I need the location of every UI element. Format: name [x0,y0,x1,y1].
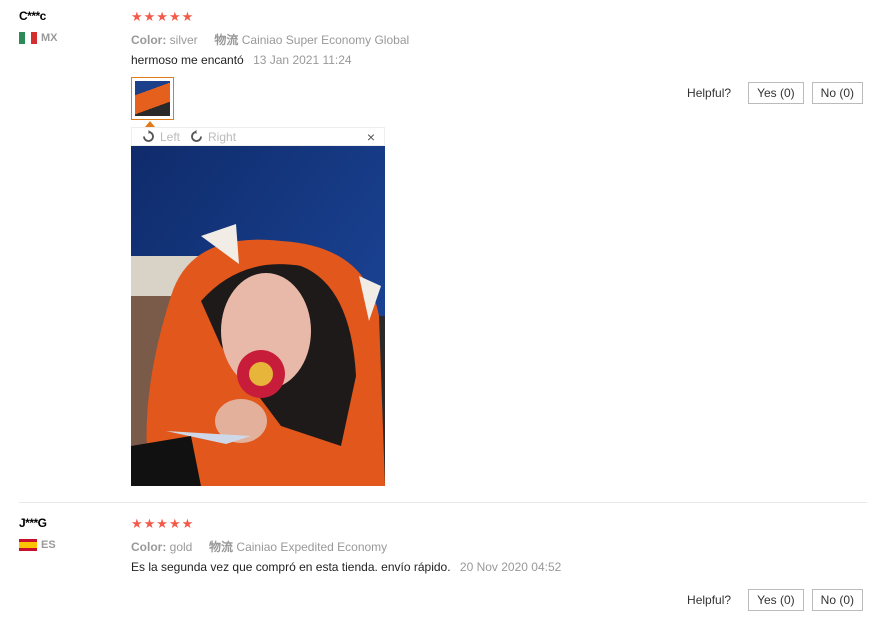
reviewer-name: J***G [19,516,47,530]
review-sku-info: Color: silver 物流 Cainiao Super Economy G… [131,31,409,48]
color-label: Color: [131,33,167,47]
country-code: ES [41,539,56,551]
reviewer-country: ES [19,539,56,551]
review-body: hermoso me encantó 13 Jan 2021 11:24 [131,53,352,67]
review-text: hermoso me encantó [131,53,244,67]
review-date: 20 Nov 2020 04:52 [459,560,562,574]
review-date: 13 Jan 2021 11:24 [253,53,352,67]
thumbnail-image [135,81,170,116]
reviewer-name: C***c [19,9,46,23]
color-label: Color: [131,540,167,554]
helpful-yes-button[interactable]: Yes (0) [748,589,804,611]
color-value: gold [169,540,193,554]
helpful-vote: Helpful? Yes (0) No (0) [687,82,863,104]
logistics-value: Cainiao Super Economy Global [241,33,410,47]
review-photo-image [131,146,385,486]
star-rating: ★★★★★ [131,516,195,531]
review-divider [19,502,867,503]
helpful-vote: Helpful? Yes (0) No (0) [687,589,863,611]
review-text: Es la segunda vez que compró en esta tie… [131,560,451,574]
helpful-no-button[interactable]: No (0) [811,589,863,611]
review-body: Es la segunda vez que compró en esta tie… [131,560,561,574]
helpful-label: Helpful? [687,86,732,100]
country-code: MX [41,32,58,44]
star-rating: ★★★★★ [131,9,195,24]
spain-flag-icon [19,539,37,551]
helpful-label: Helpful? [687,593,732,607]
rotate-right-button[interactable]: Right [189,130,236,144]
logistics-label: 物流 [214,33,239,47]
photo-viewer-toolbar: Left Right × [131,127,385,146]
reviewer-country: MX [19,32,58,44]
review-photo-large [131,146,385,486]
review-photo-thumbnail[interactable] [131,77,174,120]
helpful-yes-button[interactable]: Yes (0) [748,82,804,104]
rotate-left-button[interactable]: Left [141,130,180,144]
helpful-no-button[interactable]: No (0) [811,82,863,104]
rotate-left-label: Left [160,129,181,144]
rotate-right-icon [191,130,202,142]
logistics-label: 物流 [209,540,234,554]
color-value: silver [169,33,198,47]
mexico-flag-icon [19,32,37,44]
rotate-left-icon [143,130,154,142]
logistics-value: Cainiao Expedited Economy [236,540,388,554]
rotate-right-label: Right [208,129,237,144]
review-sku-info: Color: gold 物流 Cainiao Expedited Economy [131,538,387,555]
close-viewer-icon[interactable]: × [367,129,375,145]
